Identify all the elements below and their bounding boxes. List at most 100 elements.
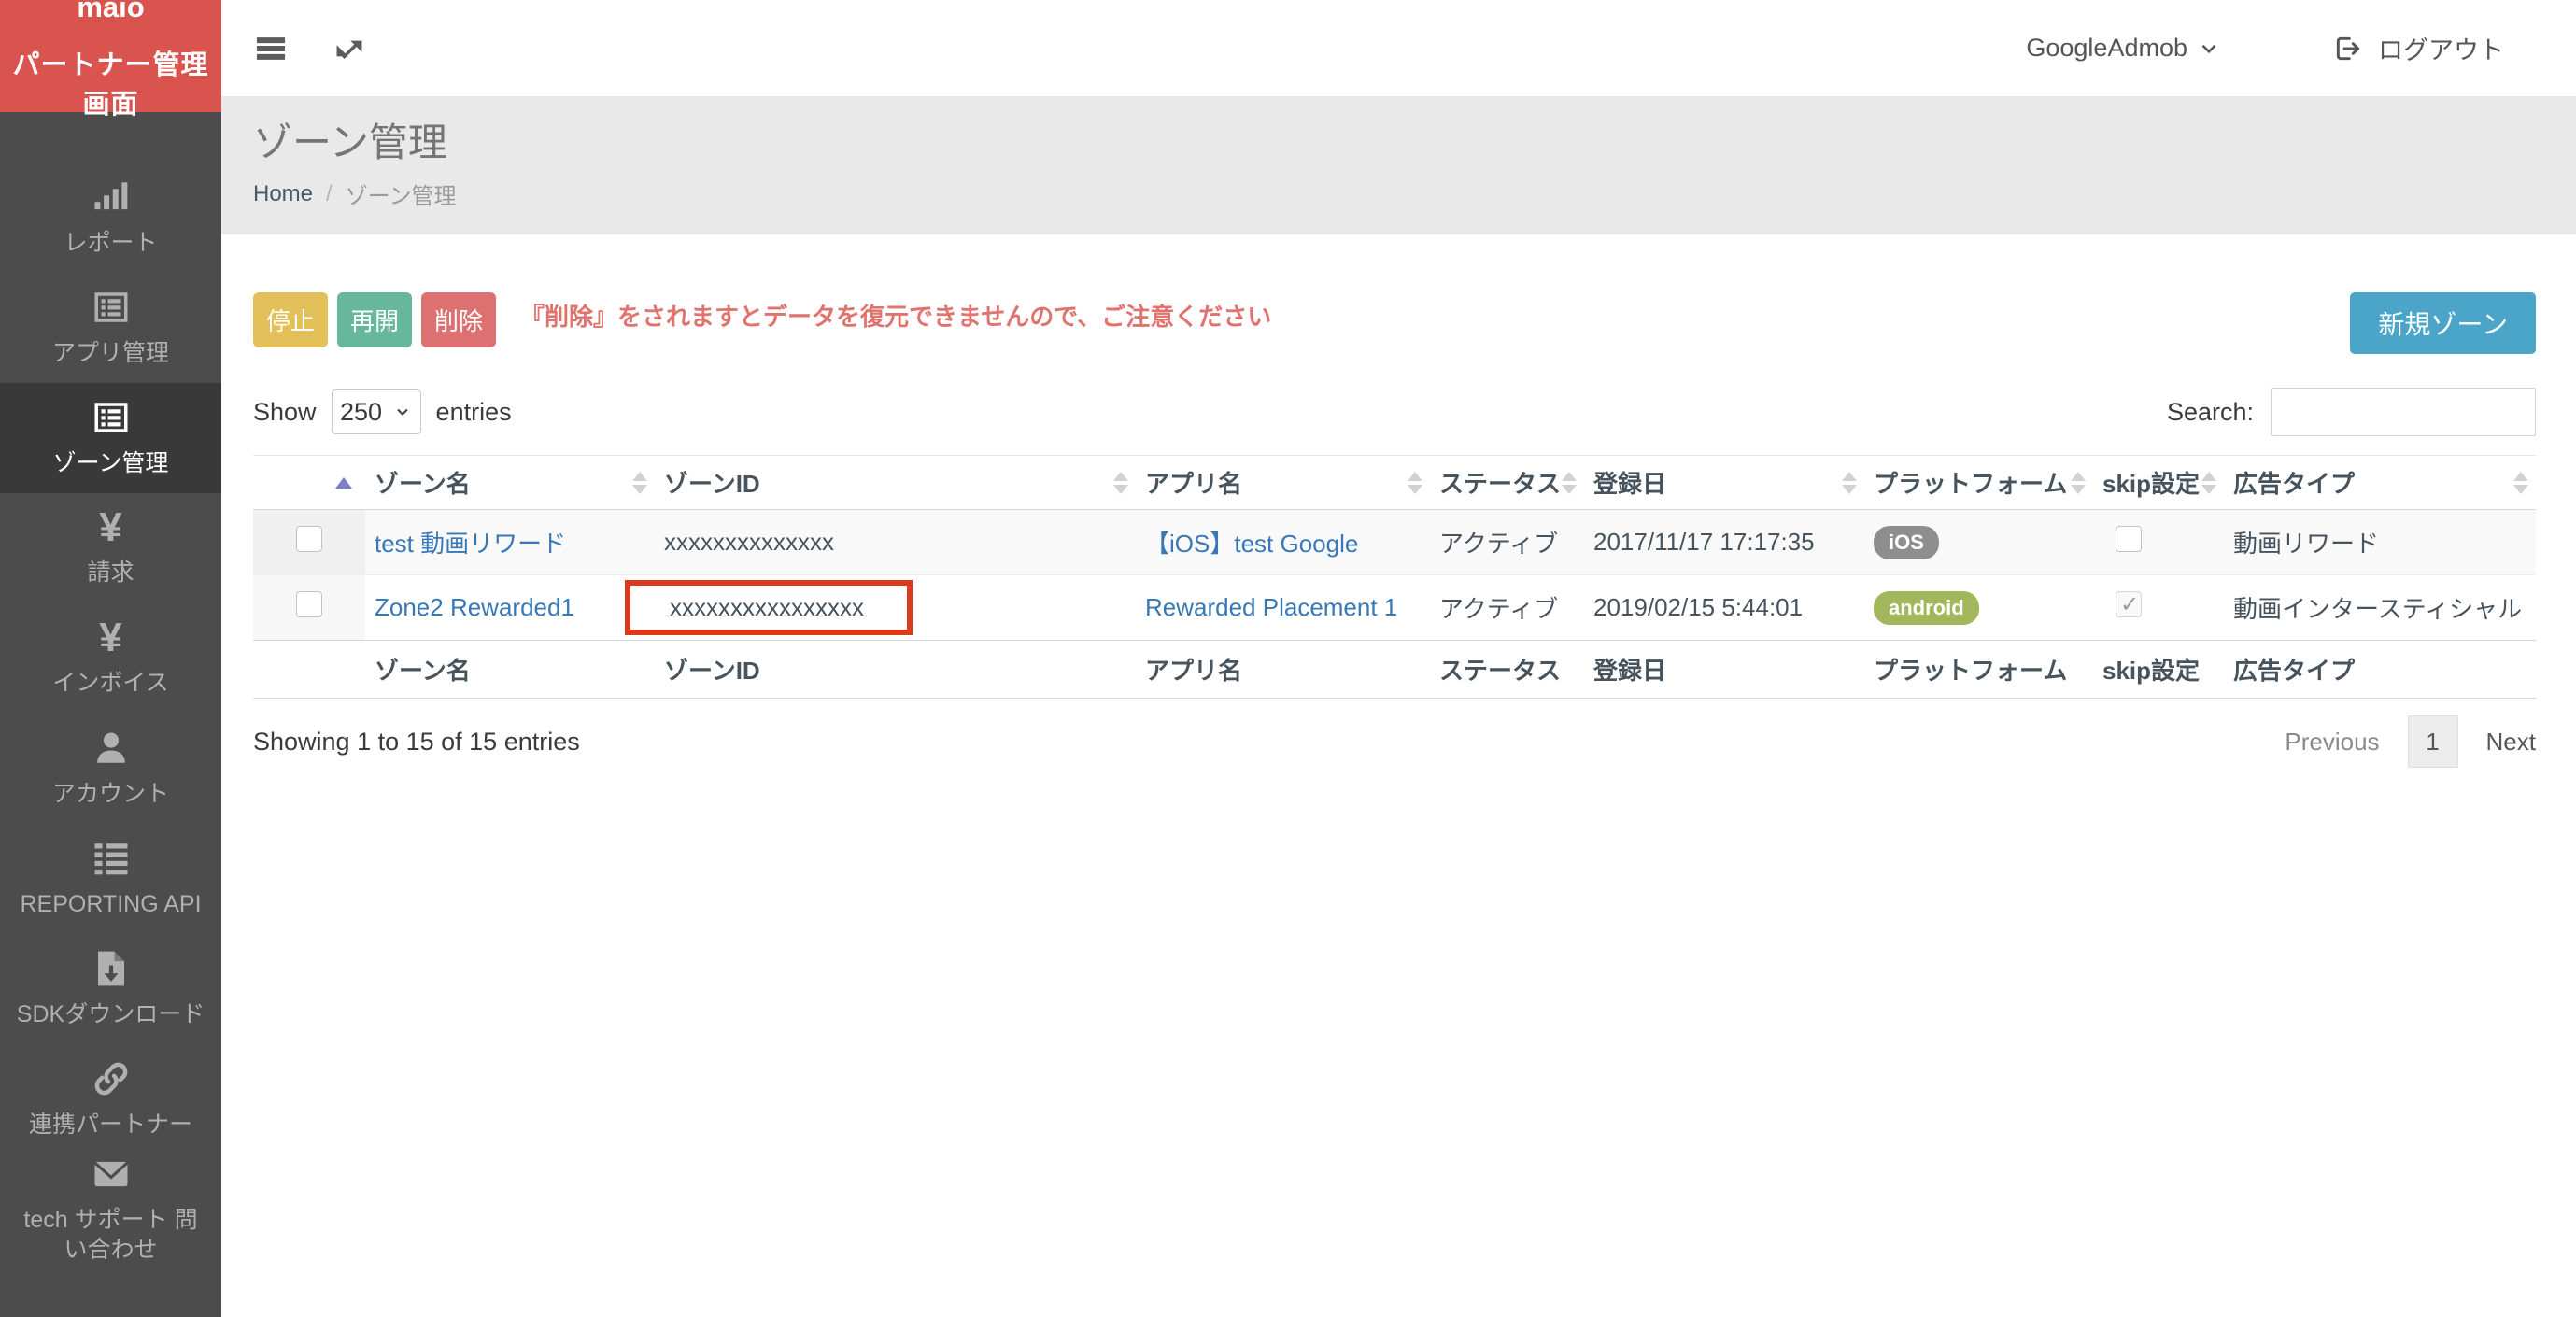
footer-column-ad-type: 広告タイプ	[2224, 641, 2536, 699]
sign-out-icon	[2333, 34, 2363, 64]
page-size-select[interactable]: 250	[332, 389, 421, 434]
table-footer-row: ゾーン名 ゾーンID アプリ名 ステータス 登録日 プラットフォーム skip設…	[253, 641, 2536, 699]
page-size-value: 250	[340, 398, 382, 427]
table-row: Zone2 Rewarded1 xxxxxxxxxxxxxxxx Rewarde…	[253, 575, 2536, 641]
status-value: アクティブ	[1439, 530, 1558, 558]
search-input[interactable]	[2271, 388, 2536, 436]
toolbar: 停止 再開 削除 『削除』をされますとデータを復元できませんので、ご注意ください…	[253, 292, 2536, 354]
sidebar-item-account[interactable]: アカウント	[0, 714, 221, 824]
app-root: maio パートナー管理画面 レポート アプリ管理	[0, 0, 2576, 1317]
skip-checkbox[interactable]	[2116, 526, 2142, 552]
chevron-down-icon	[393, 403, 412, 421]
footer-column-skip: skip設定	[2093, 641, 2224, 699]
app-name-link[interactable]: 【iOS】test Google	[1145, 530, 1358, 558]
column-header-registered[interactable]: 登録日	[1584, 456, 1864, 510]
ad-type-value: 動画リワード	[2233, 530, 2379, 558]
user-icon	[92, 729, 131, 768]
sidebar-item-label: ゾーン管理	[53, 448, 169, 478]
row-checkbox[interactable]	[296, 526, 322, 552]
brand-title: maio	[6, 0, 216, 24]
column-header-ad-type[interactable]: 広告タイプ	[2224, 456, 2536, 510]
sidebar-item-label: REPORTING API	[20, 889, 201, 919]
sidebar-item-label: 請求	[87, 558, 134, 588]
sidebar: maio パートナー管理画面 レポート アプリ管理	[0, 0, 221, 1317]
next-page-button[interactable]: Next	[2486, 728, 2536, 757]
registered-value: 2017/11/17 17:17:35	[1593, 528, 1815, 556]
column-header-zone-name[interactable]: ゾーン名	[365, 456, 655, 510]
footer-column-zone-id: ゾーンID	[655, 641, 1136, 699]
sidebar-item-invoice[interactable]: ¥ インボイス	[0, 603, 221, 714]
list-alt-icon	[92, 398, 131, 437]
column-header-zone-id[interactable]: ゾーンID	[655, 456, 1136, 510]
breadcrumb-separator: /	[326, 181, 333, 207]
breadcrumb-current: ゾーン管理	[346, 177, 457, 210]
column-header-platform[interactable]: プラットフォーム	[1864, 456, 2093, 510]
entries-label: entries	[436, 398, 512, 427]
table-row: test 動画リワード xxxxxxxxxxxxxx 【iOS】test Goo…	[253, 510, 2536, 575]
sort-icons	[1113, 472, 1128, 494]
zones-table: ゾーン名 ゾーンID アプリ名 ステータス 登録日 プラットフォーム skip設…	[253, 455, 2536, 699]
registered-value: 2019/02/15 5:44:01	[1593, 593, 1803, 621]
resume-button[interactable]: 再開	[337, 292, 412, 347]
table-footer: Showing 1 to 15 of 15 entries Previous 1…	[253, 715, 2536, 768]
zone-name-link[interactable]: Zone2 Rewarded1	[375, 593, 574, 621]
show-label: Show	[253, 398, 317, 427]
sort-icons	[1408, 472, 1422, 494]
hamburger-menu-button[interactable]	[253, 31, 289, 66]
zone-name-link[interactable]: test 動画リワード	[375, 530, 566, 558]
sidebar-item-tech-support[interactable]: tech サポート 問い合わせ	[0, 1154, 221, 1265]
skip-checkbox[interactable]	[2116, 591, 2142, 617]
content: 停止 再開 削除 『削除』をされますとデータを復元できませんので、ご注意ください…	[221, 234, 2576, 1317]
sort-icons	[2513, 472, 2528, 494]
search-label: Search:	[2167, 398, 2254, 427]
expand-icon	[332, 31, 367, 66]
sort-icons	[2201, 472, 2216, 494]
footer-column-status: ステータス	[1430, 641, 1584, 699]
logout-label: ログアウト	[2378, 30, 2504, 66]
new-zone-button[interactable]: 新規ゾーン	[2350, 292, 2536, 354]
page-number-button[interactable]: 1	[2408, 715, 2458, 768]
sidebar-item-partner-link[interactable]: 連携パートナー	[0, 1044, 221, 1154]
yen-icon: ¥	[99, 509, 121, 546]
hamburger-icon	[253, 31, 289, 66]
sidebar-item-sdk-download[interactable]: SDKダウンロード	[0, 934, 221, 1044]
fullscreen-button[interactable]	[332, 31, 367, 66]
sidebar-item-app-management[interactable]: アプリ管理	[0, 273, 221, 383]
sort-icons	[2071, 472, 2086, 494]
stop-button[interactable]: 停止	[253, 292, 328, 347]
brand-subtitle: パートナー管理画面	[6, 43, 216, 121]
envelope-icon	[92, 1154, 131, 1194]
row-checkbox[interactable]	[296, 591, 322, 617]
select-all-header[interactable]	[253, 456, 365, 510]
highlight-box: xxxxxxxxxxxxxxxx	[625, 580, 913, 635]
sidebar-item-report[interactable]: レポート	[0, 163, 221, 273]
footer-column-zone-name: ゾーン名	[365, 641, 655, 699]
th-list-icon	[92, 839, 131, 878]
app-name-link[interactable]: Rewarded Placement 1	[1145, 593, 1397, 621]
file-download-icon	[92, 949, 131, 988]
breadcrumb-home-link[interactable]: Home	[253, 181, 313, 207]
column-header-app-name[interactable]: アプリ名	[1136, 456, 1430, 510]
breadcrumb: Home / ゾーン管理	[253, 177, 2536, 210]
ad-type-value: 動画インタースティシャル	[2233, 595, 2522, 623]
previous-page-button[interactable]: Previous	[2285, 728, 2379, 757]
logout-button[interactable]: ログアウト	[2333, 30, 2504, 66]
sidebar-item-label: アプリ管理	[52, 338, 169, 368]
sidebar-nav: レポート アプリ管理 ゾーン管理	[0, 112, 221, 1265]
sidebar-item-label: 連携パートナー	[29, 1110, 192, 1140]
delete-button[interactable]: 削除	[421, 292, 496, 347]
footer-column-registered: 登録日	[1584, 641, 1864, 699]
zone-id-value: xxxxxxxxxxxxxxxx	[670, 593, 864, 621]
sidebar-item-zone-management[interactable]: ゾーン管理	[0, 383, 221, 493]
sidebar-item-billing[interactable]: ¥ 請求	[0, 493, 221, 603]
topbar: GoogleAdmob ログアウト	[221, 0, 2576, 96]
column-header-skip[interactable]: skip設定	[2093, 456, 2224, 510]
table-controls: Show 250 entries Search:	[253, 388, 2536, 436]
account-name: GoogleAdmob	[2026, 34, 2187, 63]
account-dropdown[interactable]: GoogleAdmob	[2026, 34, 2221, 63]
sidebar-item-reporting-api[interactable]: REPORTING API	[0, 824, 221, 934]
sidebar-item-label: tech サポート 問い合わせ	[13, 1205, 209, 1265]
status-value: アクティブ	[1439, 595, 1558, 623]
sidebar-item-label: アカウント	[52, 779, 169, 809]
column-header-status[interactable]: ステータス	[1430, 456, 1584, 510]
